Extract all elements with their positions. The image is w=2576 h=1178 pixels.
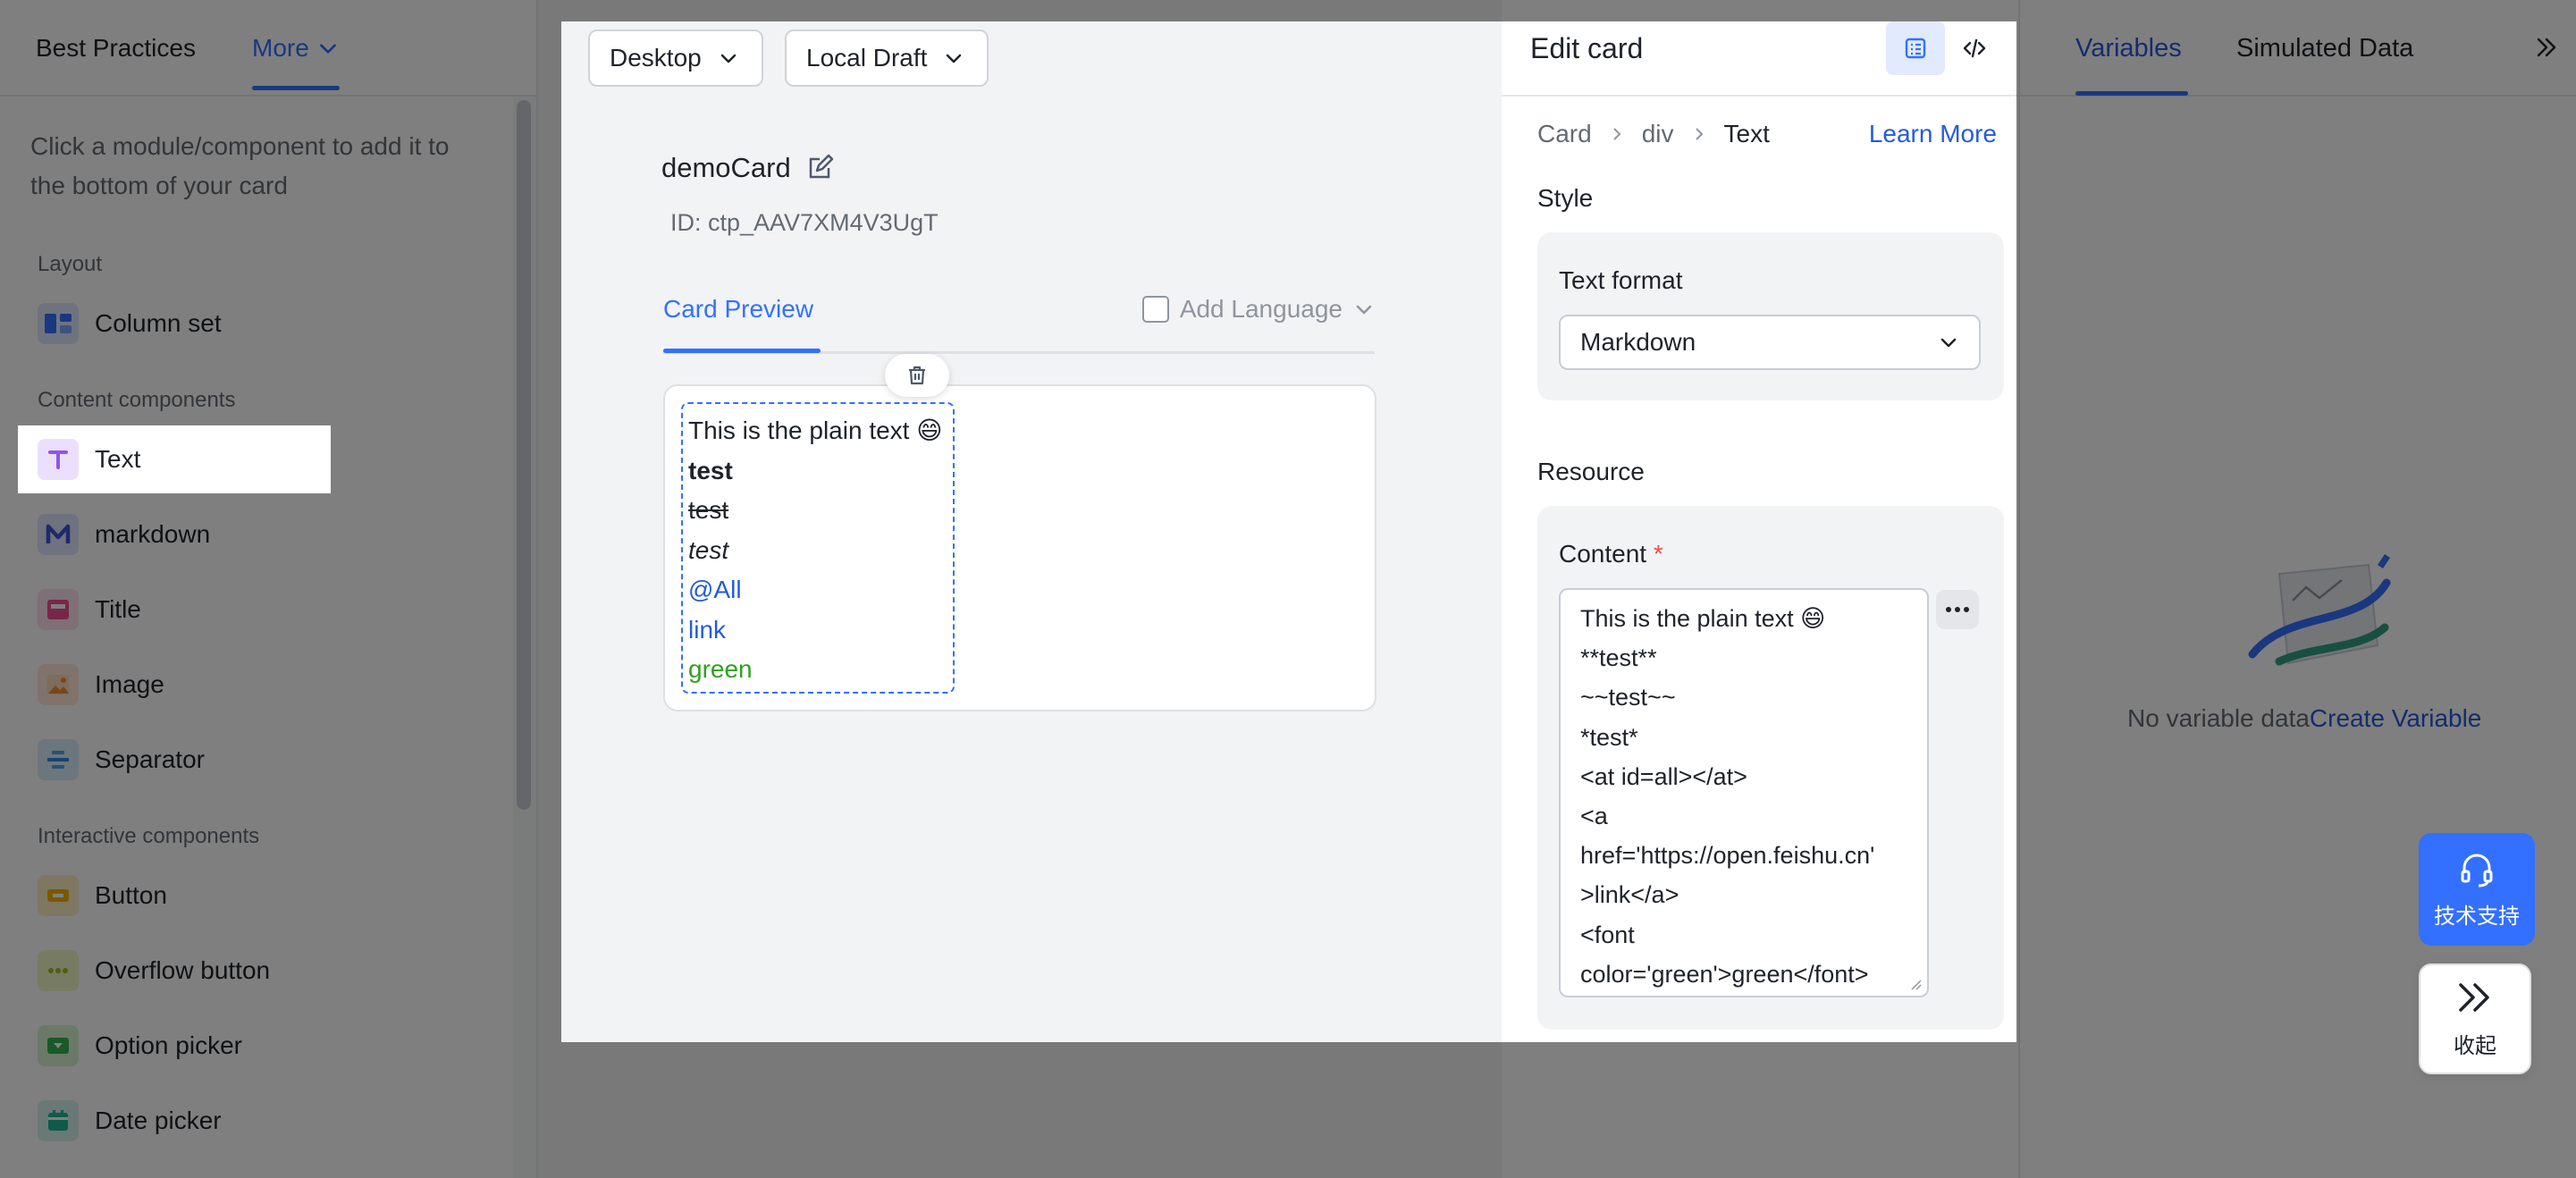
code-icon bbox=[1963, 38, 1986, 58]
trash-icon bbox=[909, 366, 925, 385]
preview-bold-text: test bbox=[688, 456, 733, 484]
style-section-title: Style bbox=[1537, 184, 1594, 212]
component-label: Text bbox=[95, 445, 141, 473]
edit-icon[interactable] bbox=[805, 154, 834, 182]
code-view-button[interactable] bbox=[1945, 21, 2004, 75]
preview-strike-text: test bbox=[688, 496, 729, 524]
view-toggle bbox=[1886, 21, 2004, 75]
resource-section: Content * This is the plain text 😄 **tes… bbox=[1537, 506, 2004, 1030]
form-view-button[interactable] bbox=[1886, 21, 1945, 75]
text-format-select[interactable]: Markdown bbox=[1559, 315, 1981, 370]
content-textarea[interactable]: This is the plain text 😄 **test** ~~test… bbox=[1559, 588, 1929, 997]
chevron-right-icon bbox=[1612, 128, 1621, 140]
breadcrumb-div[interactable]: div bbox=[1642, 120, 1674, 148]
edit-title: Edit card bbox=[1530, 32, 1644, 64]
chevron-down-icon bbox=[947, 54, 962, 63]
version-value: Local Draft bbox=[806, 44, 928, 72]
breadcrumb-text: Text bbox=[1723, 120, 1770, 147]
content-line: color='green'>green</font> bbox=[1580, 960, 1869, 988]
add-language-control[interactable]: Add Language bbox=[1141, 295, 1375, 324]
selected-text-component[interactable]: This is the plain text 😄 test test test … bbox=[681, 402, 955, 694]
more-options-button[interactable] bbox=[1936, 590, 1979, 629]
text-format-label: Text format bbox=[1559, 266, 1683, 294]
preview-link[interactable]: link bbox=[688, 610, 949, 651]
breadcrumb-card[interactable]: Card bbox=[1537, 120, 1592, 148]
tech-support-button[interactable]: 技术支持 bbox=[2419, 833, 2535, 946]
double-chevron-right-icon bbox=[2459, 982, 2489, 1012]
chevron-down-icon bbox=[1940, 338, 1957, 348]
active-tab-underline bbox=[663, 349, 821, 353]
resource-section-title: Resource bbox=[1537, 458, 1645, 485]
required-mark: * bbox=[1653, 540, 1663, 568]
text-type-icon bbox=[38, 439, 79, 480]
breadcrumb: Card div Text bbox=[1537, 120, 1770, 148]
device-select[interactable]: Desktop bbox=[588, 29, 763, 87]
tech-support-label: 技术支持 bbox=[2434, 904, 2520, 929]
content-line: >link</a> bbox=[1580, 881, 1679, 909]
content-line: href='https://open.feishu.cn' bbox=[1580, 842, 1875, 870]
chevron-down-icon bbox=[1356, 305, 1372, 315]
version-select[interactable]: Local Draft bbox=[785, 29, 989, 87]
content-label: Content * bbox=[1559, 540, 1663, 568]
content-line: <at id=all></at> bbox=[1580, 762, 1747, 790]
content-label-text: Content bbox=[1559, 540, 1647, 568]
style-section: Text format Markdown bbox=[1537, 232, 2004, 400]
content-line: This is the plain text 😄 bbox=[1580, 605, 1826, 632]
modal-mask-bottom bbox=[561, 1042, 2576, 1178]
preview-italic-text: test bbox=[688, 535, 729, 564]
resize-handle-icon[interactable] bbox=[1909, 978, 1922, 990]
delete-button[interactable] bbox=[885, 354, 949, 397]
headset-icon bbox=[2461, 854, 2493, 887]
edit-card-panel: Edit card Card div Text Learn More Style… bbox=[1502, 0, 2018, 1178]
modal-mask-left bbox=[0, 0, 561, 1178]
content-line: **test** bbox=[1580, 644, 1657, 672]
content-line: ~~test~~ bbox=[1580, 684, 1676, 711]
spotlight-text-item[interactable]: Text bbox=[18, 425, 331, 493]
collapse-label: 收起 bbox=[2454, 1033, 2496, 1058]
chevron-right-icon bbox=[1695, 128, 1703, 140]
chevron-down-icon bbox=[720, 54, 736, 63]
modal-mask-top bbox=[561, 0, 2576, 21]
card-id: ID: ctp_AAV7XM4V3UgT bbox=[670, 209, 939, 236]
preview-at-all[interactable]: @All bbox=[688, 570, 949, 610]
more-icon bbox=[1946, 607, 1969, 612]
tab-card-preview[interactable]: Card Preview bbox=[663, 295, 813, 324]
card-name-text: demoCard bbox=[661, 152, 791, 183]
preview-green-text: green bbox=[688, 655, 753, 683]
card-name: demoCard bbox=[661, 152, 834, 184]
add-language-checkbox[interactable] bbox=[1141, 296, 1169, 323]
form-view-icon bbox=[1905, 38, 1926, 59]
add-language-label: Add Language bbox=[1179, 295, 1343, 323]
preview-tabs: Card Preview Add Language bbox=[663, 286, 1375, 354]
content-line: <font bbox=[1580, 921, 1635, 948]
preview-plain-text: This is the plain text 😄 bbox=[688, 417, 943, 444]
text-format-value: Markdown bbox=[1580, 328, 1696, 356]
device-value: Desktop bbox=[610, 44, 702, 72]
collapse-button[interactable]: 收起 bbox=[2419, 963, 2531, 1074]
learn-more-link[interactable]: Learn More bbox=[1869, 120, 1997, 148]
content-line: *test* bbox=[1580, 723, 1638, 751]
content-line: <a bbox=[1580, 803, 1608, 830]
